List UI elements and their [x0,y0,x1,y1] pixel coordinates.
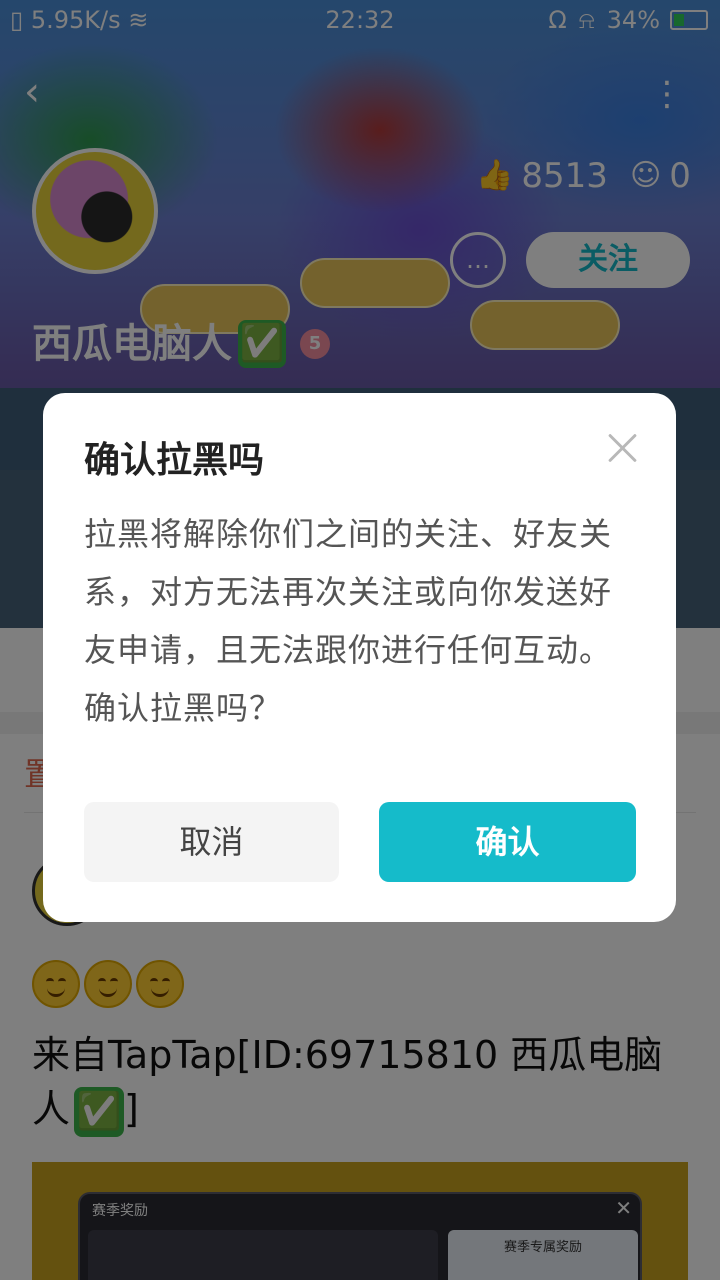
confirm-button[interactable]: 确认 [379,802,636,882]
block-confirm-dialog: 确认拉黑吗 拉黑将解除你们之间的关注、好友关系，对方无法再次关注或向你发送好友申… [43,393,676,922]
dialog-message: 拉黑将解除你们之间的关注、好友关系，对方无法再次关注或向你发送好友申请，且无法跟… [84,515,613,727]
close-icon[interactable] [601,427,643,469]
cancel-button[interactable]: 取消 [84,802,339,882]
dialog-title: 确认拉黑吗 [84,440,265,481]
